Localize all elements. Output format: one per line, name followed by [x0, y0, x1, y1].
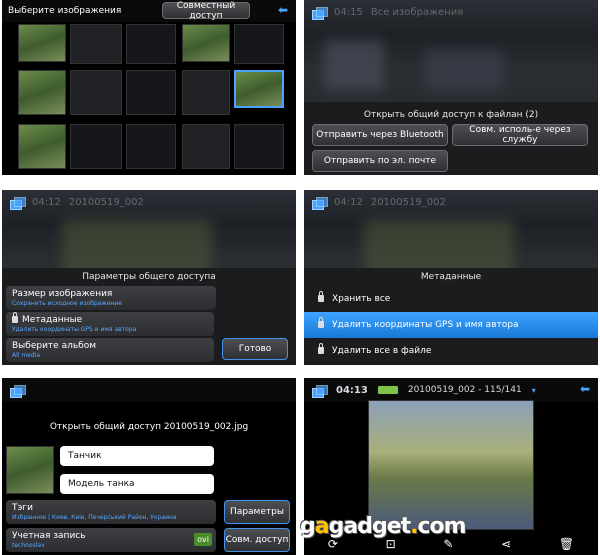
status-file: 20100519_002: [68, 196, 144, 208]
thumbnail[interactable]: [70, 124, 122, 169]
row-subtitle: All media: [12, 352, 41, 359]
remove-all-option[interactable]: Удалить все в файле: [304, 338, 598, 364]
metadata-sheet: Метаданные Хранить все Удалить координат…: [304, 268, 598, 365]
share-button[interactable]: Совместный доступ: [162, 1, 250, 21]
keep-all-option[interactable]: Хранить все: [304, 286, 598, 312]
thumbnail[interactable]: [182, 24, 230, 62]
image-select-screen: Выберите изображения Совместный доступ ⬅: [2, 0, 296, 175]
watermark-logo: gagadget.com: [300, 514, 467, 539]
lock-icon: [12, 312, 18, 323]
clock: 04:13: [336, 384, 368, 396]
row-subtitle: Избранное | Киев, Киiв, Печерський Район…: [12, 514, 177, 521]
status-time: 04:12: [32, 196, 61, 208]
row-subtitle: Сохранить исходное изображение: [12, 300, 122, 307]
task-switcher-icon[interactable]: [10, 196, 26, 210]
share-sheet: Открыть общий доступ к файлан (2) Отправ…: [304, 102, 598, 175]
service-share-button[interactable]: Совм. исполь-е через службу: [452, 124, 588, 146]
sheet-title: Открыть общий доступ к файлан (2): [363, 110, 539, 120]
thumbnail[interactable]: [182, 70, 230, 115]
dropdown-icon[interactable]: ▾: [532, 386, 536, 395]
status-file: 20100519_002: [370, 196, 446, 208]
row-title: Тэги: [12, 503, 34, 513]
thumbnail[interactable]: [126, 124, 176, 169]
row-title: Размер изображения: [12, 289, 113, 299]
done-button[interactable]: Готово: [222, 338, 288, 360]
sheet-title: Метаданные: [420, 272, 482, 282]
share-options-screen: 04:15 Все изображения Открыть общий дост…: [304, 0, 598, 175]
page-title: Выберите изображения: [8, 6, 122, 16]
file-counter: 20100519_002 - 115/141: [407, 385, 522, 395]
metadata-screen: 04:12 20100519_002 Метаданные Хранить вс…: [304, 190, 598, 365]
status-bar: [2, 378, 296, 402]
thumbnail[interactable]: [126, 70, 176, 115]
image-size-row[interactable]: Размер изображения Сохранить исходное из…: [6, 286, 216, 310]
back-arrow-icon[interactable]: ⬅: [278, 3, 288, 17]
status-bar: 04:12 20100519_002: [2, 190, 296, 214]
status-label: Все изображения: [370, 6, 464, 18]
status-time: 04:15: [334, 6, 363, 18]
bluetooth-button[interactable]: Отправить через Bluetooth: [312, 124, 448, 146]
option-label: Удалить все в файле: [332, 346, 432, 356]
thumbnail[interactable]: [18, 124, 66, 169]
battery-icon: [377, 386, 398, 394]
title-field[interactable]: Танчик: [60, 446, 214, 466]
ovi-badge: ovi: [194, 533, 212, 546]
status-bar: 04:12 20100519_002: [304, 190, 598, 214]
task-switcher-icon[interactable]: [312, 196, 328, 210]
status-bar: 04:13 20100519_002 - 115/141 ▾ ⬅: [304, 378, 598, 402]
thumbnail[interactable]: [182, 124, 230, 169]
title-bar: Выберите изображения Совместный доступ ⬅: [2, 0, 296, 22]
option-label: Удалить координаты GPS и имя автора: [332, 320, 519, 330]
email-button[interactable]: Отправить по эл. почте: [312, 150, 448, 172]
row-subtitle: technoslav: [12, 542, 45, 549]
task-switcher-icon[interactable]: [312, 6, 328, 20]
share-params-screen: 04:12 20100519_002 Параметры общего дост…: [2, 190, 296, 365]
task-switcher-icon[interactable]: [10, 384, 26, 398]
row-title: Выберите альбом: [12, 341, 96, 351]
status-bar: 04:15 Все изображения: [304, 0, 598, 24]
share-form-screen: Открыть общий доступ 20100519_002.jpg Та…: [2, 378, 296, 555]
row-subtitle: Удалить координаты GPS и имя автора: [12, 326, 137, 333]
photo-thumbnail: [6, 446, 54, 494]
crop-icon[interactable]: ⊡: [386, 537, 396, 551]
photo[interactable]: [368, 400, 534, 530]
thumbnail[interactable]: [234, 124, 284, 169]
delete-icon[interactable]: 🗑: [559, 537, 574, 551]
status-time: 04:12: [334, 196, 363, 208]
album-row[interactable]: Выберите альбом All media: [6, 338, 214, 362]
task-switcher-icon[interactable]: [312, 384, 328, 398]
rotate-icon[interactable]: ⟳: [328, 537, 338, 551]
unlock-icon: [318, 291, 324, 302]
option-label: Хранить все: [332, 294, 391, 304]
params-button[interactable]: Параметры: [224, 500, 290, 524]
back-arrow-icon[interactable]: ⬅: [580, 382, 590, 396]
thumbnail[interactable]: [126, 24, 176, 64]
metadata-row[interactable]: Метаданные Удалить координаты GPS и имя …: [6, 312, 214, 336]
share-button[interactable]: Совм. доступ: [224, 528, 290, 552]
lock-icon: [318, 317, 324, 328]
thumbnail[interactable]: [18, 70, 66, 115]
tags-row[interactable]: Тэги Избранное | Киев, Киiв, Печерський …: [6, 500, 216, 524]
account-row[interactable]: Учетная запись technoslav ovi: [6, 528, 216, 552]
thumbnail[interactable]: [70, 70, 122, 115]
share-icon[interactable]: ⋖: [501, 537, 511, 551]
lock-icon: [318, 343, 324, 354]
params-sheet: Параметры общего доступа Размер изображе…: [2, 268, 296, 365]
row-title: Метаданные: [22, 315, 83, 325]
remove-gps-option[interactable]: Удалить координаты GPS и имя автора: [304, 312, 598, 338]
thumbnail[interactable]: [18, 24, 66, 62]
form-title: Открыть общий доступ 20100519_002.jpg: [49, 422, 249, 432]
thumbnail[interactable]: [234, 24, 284, 64]
edit-icon[interactable]: ✎: [443, 537, 453, 551]
row-title: Учетная запись: [12, 531, 86, 541]
description-field[interactable]: Модель танка: [60, 474, 214, 494]
thumbnail[interactable]: [70, 24, 122, 64]
thumbnail-selected[interactable]: [234, 70, 284, 108]
sheet-title: Параметры общего доступа: [82, 272, 216, 282]
